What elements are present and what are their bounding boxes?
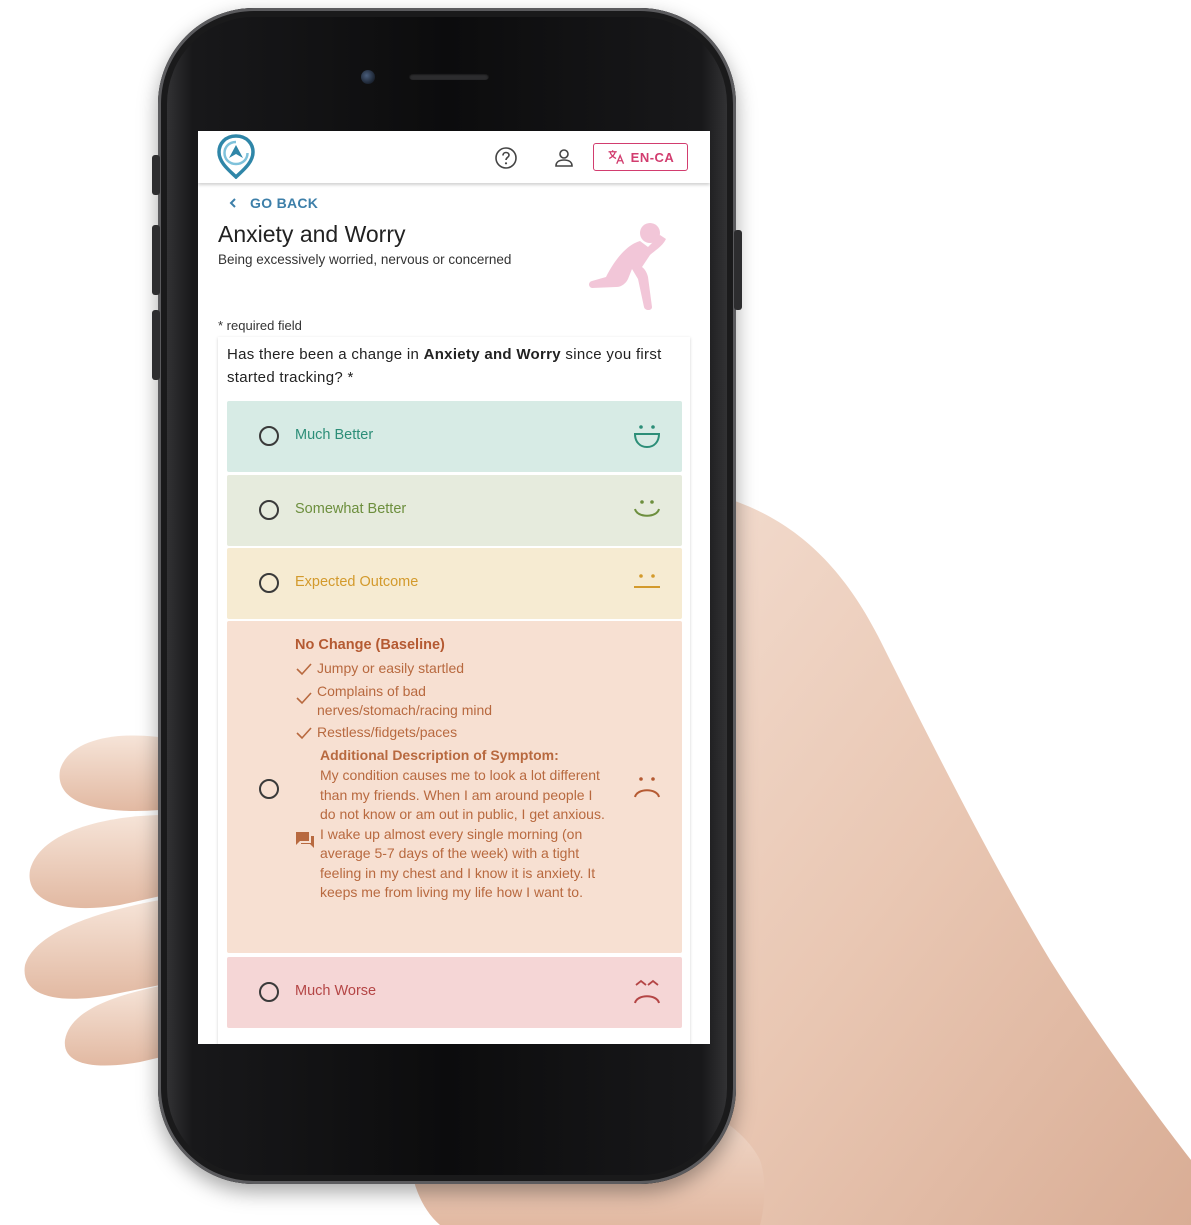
front-camera: [361, 70, 375, 84]
description-title: Additional Description of Symptom:: [320, 747, 559, 763]
radio-button[interactable]: [259, 426, 279, 446]
comment-icon: [296, 832, 314, 848]
side-button: [152, 310, 160, 380]
description-text: My condition causes me to look a lot dif…: [320, 767, 605, 900]
symptom-item: Complains of bad nerves/stomach/racing m…: [295, 682, 545, 720]
side-button: [734, 230, 742, 310]
symptom-item: Restless/fidgets/paces: [295, 723, 595, 742]
option-much-better[interactable]: Much Better: [227, 401, 682, 472]
option-label: Somewhat Better: [295, 501, 407, 517]
question-panel: Has there been a change in Anxiety and W…: [198, 131, 710, 1044]
check-icon: [296, 727, 312, 740]
option-label: Expected Outcome: [295, 574, 419, 590]
option-much-worse[interactable]: Much Worse: [227, 957, 682, 1028]
option-label: No Change (Baseline): [295, 637, 445, 653]
big-smile-icon: [633, 425, 661, 449]
symptom-text: Jumpy or easily startled: [317, 660, 465, 676]
option-label: Much Better: [295, 427, 374, 443]
radio-button[interactable]: [259, 573, 279, 593]
symptom-text: Complains of bad nerves/stomach/racing m…: [317, 683, 493, 718]
sad-face-icon: [634, 979, 660, 1004]
symptom-item: Jumpy or easily startled: [295, 659, 595, 678]
earpiece-speaker: [409, 73, 489, 80]
question-symptom: Anxiety and Worry: [423, 346, 561, 363]
side-button: [152, 225, 160, 295]
option-label: Much Worse: [295, 983, 377, 999]
check-icon: [296, 692, 312, 705]
question-prefix: Has there been a change in: [227, 346, 424, 363]
check-icon: [296, 663, 312, 676]
radio-button[interactable]: [259, 500, 279, 520]
option-somewhat-better[interactable]: Somewhat Better: [227, 475, 682, 546]
radio-button[interactable]: [259, 982, 279, 1002]
symptom-text: Restless/fidgets/paces: [317, 724, 458, 740]
smile-icon: [634, 500, 660, 517]
option-expected-outcome[interactable]: Expected Outcome: [227, 548, 682, 619]
radio-button[interactable]: [259, 779, 279, 799]
neutral-face-icon: [634, 574, 660, 588]
side-button: [152, 155, 160, 195]
option-no-change-baseline[interactable]: No Change (Baseline) Jumpy or easily sta…: [227, 621, 682, 953]
question-text: Has there been a change in Anxiety and W…: [227, 343, 677, 389]
frown-icon: [634, 777, 660, 798]
